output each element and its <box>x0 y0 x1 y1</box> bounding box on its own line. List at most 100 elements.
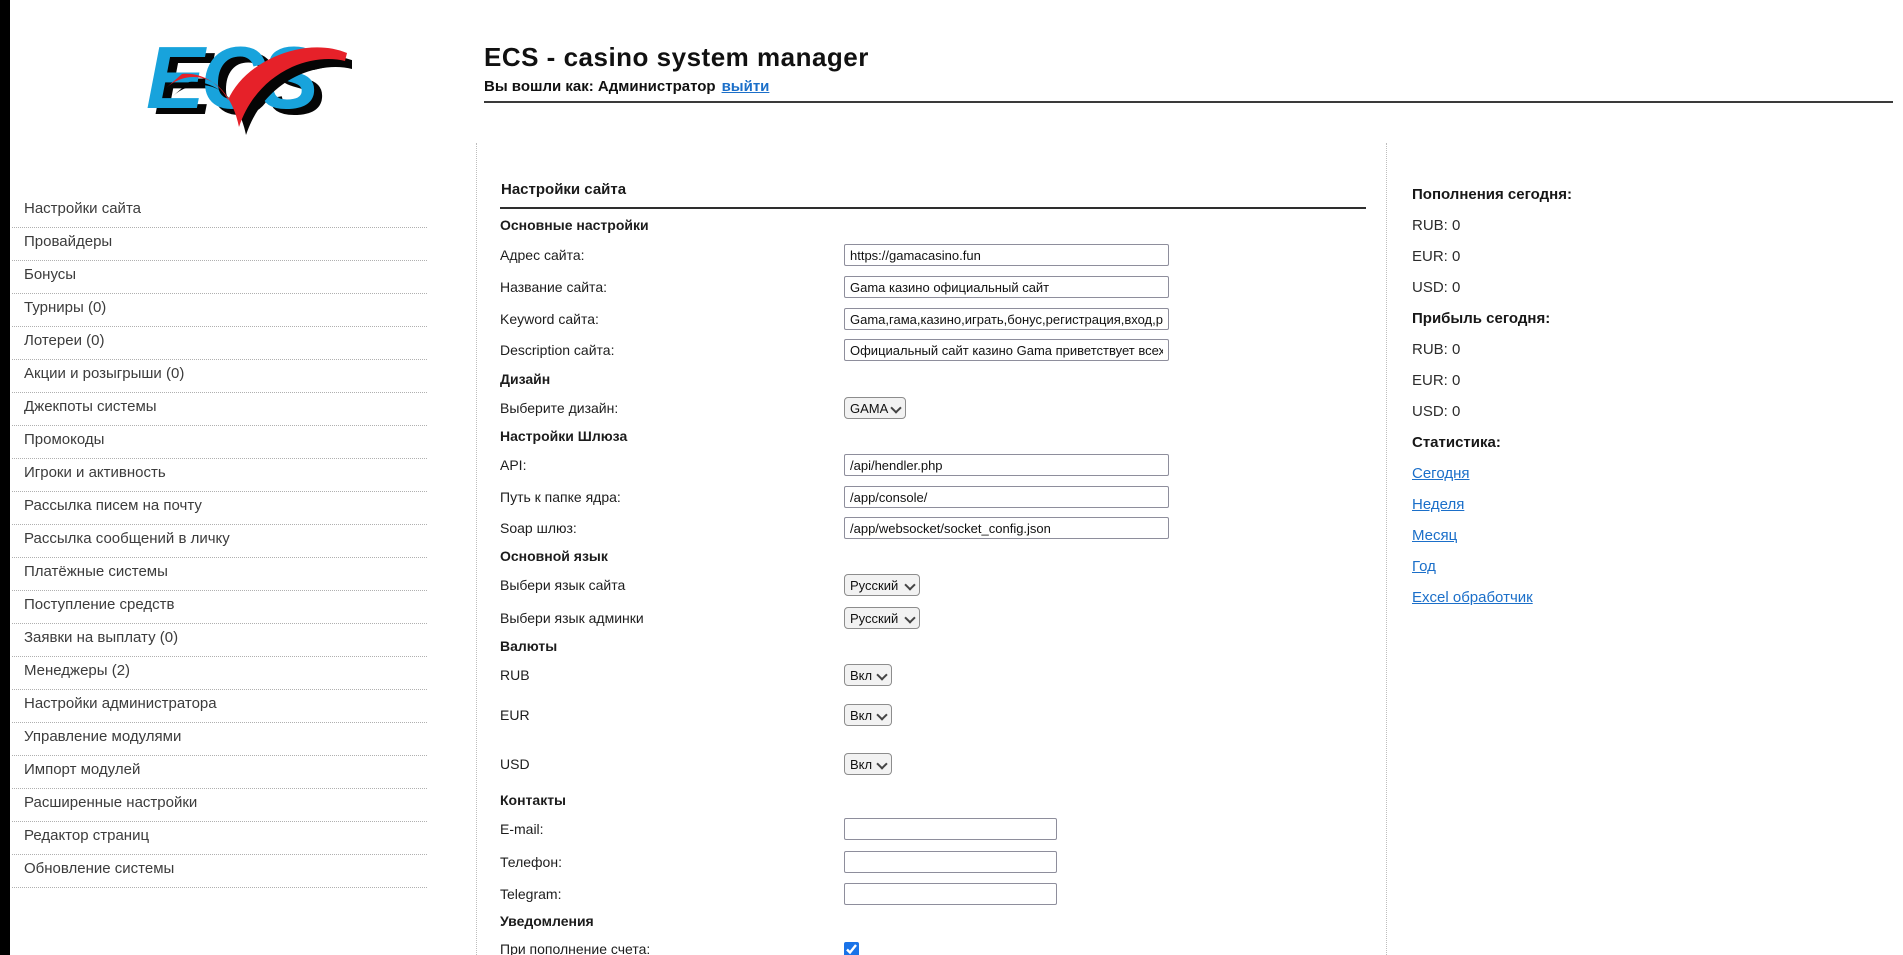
deposit-notification-checkbox[interactable] <box>844 942 859 955</box>
soap-row: Soap шлюз: <box>500 516 1366 540</box>
sidebar-item-promocodes[interactable]: Промокоды <box>12 426 427 459</box>
field-label: Description сайта: <box>500 342 844 358</box>
api-input[interactable] <box>844 454 1169 476</box>
usd-row: USD Вкл <box>500 752 1366 776</box>
sidebar-item-bonuses[interactable]: Бонусы <box>12 261 427 294</box>
left-edge-strip <box>0 0 10 955</box>
panel-title-divider <box>500 207 1366 209</box>
field-label: Название сайта: <box>500 279 844 295</box>
sidebar-item-email-mailing[interactable]: Рассылка писем на почту <box>12 492 427 525</box>
core-path-input[interactable] <box>844 486 1169 508</box>
sidebar-item-lotteries[interactable]: Лотереи (0) <box>12 327 427 360</box>
sidebar-item-system-update[interactable]: Обновление системы <box>12 855 427 888</box>
profit-usd: USD: 0 <box>1412 403 1772 419</box>
site-description-input[interactable] <box>844 339 1169 361</box>
field-label: Выберите дизайн: <box>500 400 844 416</box>
admin-language-select[interactable]: Русский <box>844 607 920 629</box>
sidebar-item-incoming-funds[interactable]: Поступление средств <box>12 591 427 624</box>
stats-link-month[interactable]: Месяц <box>1412 527 1457 544</box>
settings-panel: Настройки сайта Основные настройки Адрес… <box>476 143 1387 955</box>
sidebar-item-site-settings[interactable]: Настройки сайта <box>12 195 427 228</box>
field-label: Telegram: <box>500 886 844 902</box>
section-design: Дизайн <box>500 369 1366 389</box>
sidebar-item-tournaments[interactable]: Турниры (0) <box>12 294 427 327</box>
sidebar-item-pm-mailing[interactable]: Рассылка сообщений в личку <box>12 525 427 558</box>
sidebar-item-module-import[interactable]: Импорт модулей <box>12 756 427 789</box>
section-notifications: Уведомления <box>500 911 1366 931</box>
telegram-input[interactable] <box>844 883 1057 905</box>
sidebar-item-advanced-settings[interactable]: Расширенные настройки <box>12 789 427 822</box>
soap-gateway-input[interactable] <box>844 517 1169 539</box>
sidebar-item-payment-systems[interactable]: Платёжные системы <box>12 558 427 591</box>
eur-select-wrap: Вкл <box>844 704 892 726</box>
email-row: E-mail: <box>500 817 1366 841</box>
admin-language-row: Выбери язык админки Русский <box>500 606 1366 630</box>
phone-input[interactable] <box>844 851 1057 873</box>
phone-row: Телефон: <box>500 850 1366 874</box>
sidebar-item-providers[interactable]: Провайдеры <box>12 228 427 261</box>
field-label: Путь к папке ядра: <box>500 489 844 505</box>
site-keyword-row: Keyword сайта: <box>500 307 1366 331</box>
design-select[interactable]: GAMA <box>844 397 906 419</box>
field-label: Адрес сайта: <box>500 247 844 263</box>
statistics-heading: Статистика: <box>1412 434 1772 450</box>
sidebar-item-page-editor[interactable]: Редактор страниц <box>12 822 427 855</box>
site-address-input[interactable] <box>844 244 1169 266</box>
design-select-wrap: GAMA <box>844 397 906 419</box>
site-language-row: Выбери язык сайта Русский <box>500 573 1366 597</box>
sidebar-item-jackpots[interactable]: Джекпоты системы <box>12 393 427 426</box>
section-gateway: Настройки Шлюза <box>500 426 1366 446</box>
sidebar-item-payout-requests[interactable]: Заявки на выплату (0) <box>12 624 427 657</box>
sidebar-item-managers[interactable]: Менеджеры (2) <box>12 657 427 690</box>
rub-select-wrap: Вкл <box>844 664 892 686</box>
stats-link-week[interactable]: Неделя <box>1412 496 1464 513</box>
section-language: Основной язык <box>500 546 1366 566</box>
field-label: Выбери язык сайта <box>500 577 844 593</box>
site-keyword-input[interactable] <box>844 308 1169 330</box>
profit-eur: EUR: 0 <box>1412 372 1772 388</box>
sidebar-item-module-management[interactable]: Управление модулями <box>12 723 427 756</box>
rub-select[interactable]: Вкл <box>844 664 892 686</box>
field-label: USD <box>500 756 844 772</box>
site-name-input[interactable] <box>844 276 1169 298</box>
sidebar-item-admin-settings[interactable]: Настройки администратора <box>12 690 427 723</box>
sidebar-menu: Настройки сайта Провайдеры Бонусы Турнир… <box>12 195 427 888</box>
email-input[interactable] <box>844 818 1057 840</box>
section-general: Основные настройки <box>500 215 1366 235</box>
profit-today-heading: Прибыль сегодня: <box>1412 310 1772 326</box>
sidebar-item-promotions[interactable]: Акции и розыгрыши (0) <box>12 360 427 393</box>
field-label: Выбери язык админки <box>500 610 844 626</box>
design-row: Выберите дизайн: GAMA <box>500 396 1366 420</box>
stats-link-today[interactable]: Сегодня <box>1412 465 1470 482</box>
section-currencies: Валюты <box>500 636 1366 656</box>
field-label: EUR <box>500 707 844 723</box>
deposits-today-heading: Пополнения сегодня: <box>1412 186 1772 202</box>
header-divider <box>484 101 1893 103</box>
page: ECS ECS ECS - casino system manager Вы в… <box>0 0 1903 955</box>
api-row: API: <box>500 453 1366 477</box>
field-label: E-mail: <box>500 821 844 837</box>
panel-title: Настройки сайта <box>501 181 1366 198</box>
field-label: Keyword сайта: <box>500 311 844 327</box>
sidebar-item-players-activity[interactable]: Игроки и активность <box>12 459 427 492</box>
stats-sidebar: Пополнения сегодня: RUB: 0 EUR: 0 USD: 0… <box>1412 186 1772 620</box>
section-contacts: Контакты <box>500 790 1366 810</box>
eur-row: EUR Вкл <box>500 703 1366 727</box>
profit-rub: RUB: 0 <box>1412 341 1772 357</box>
field-label: API: <box>500 457 844 473</box>
core-path-row: Путь к папке ядра: <box>500 485 1366 509</box>
site-name-row: Название сайта: <box>500 275 1366 299</box>
telegram-row: Telegram: <box>500 882 1366 906</box>
usd-select-wrap: Вкл <box>844 753 892 775</box>
rub-row: RUB Вкл <box>500 663 1366 687</box>
field-label: Soap шлюз: <box>500 520 844 536</box>
usd-select[interactable]: Вкл <box>844 753 892 775</box>
stats-link-excel-handler[interactable]: Excel обработчик <box>1412 589 1533 606</box>
logout-link[interactable]: выйти <box>722 78 770 95</box>
eur-select[interactable]: Вкл <box>844 704 892 726</box>
deposits-usd: USD: 0 <box>1412 279 1772 295</box>
stats-link-year[interactable]: Год <box>1412 558 1436 575</box>
deposits-rub: RUB: 0 <box>1412 217 1772 233</box>
login-status: Вы вошли как: Администраторвыйти <box>484 78 769 95</box>
site-language-select[interactable]: Русский <box>844 574 920 596</box>
